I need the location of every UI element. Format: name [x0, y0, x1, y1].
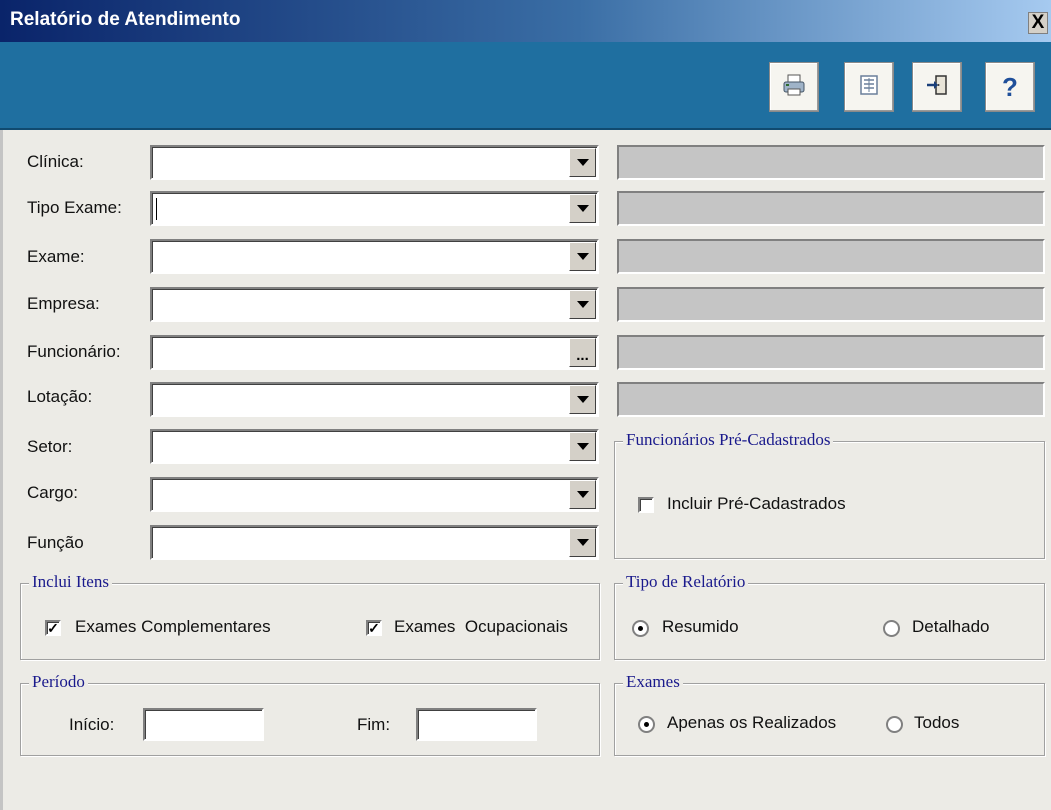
clinica-dropdown-button[interactable]: [569, 148, 596, 177]
fim-label: Fim:: [357, 715, 391, 734]
print-button[interactable]: [769, 62, 819, 112]
funcao-dropdown-button[interactable]: [569, 528, 596, 557]
funcionario-label: Funcionário:: [27, 342, 121, 361]
exames-ocupacionais-label: Exames Ocupacionais: [394, 617, 568, 636]
exames-group: Exames Apenas os Realizados Todos: [614, 672, 1045, 756]
periodo-title: Período: [29, 672, 88, 692]
inicio-date-input[interactable]: [143, 708, 264, 741]
tipo-exame-label: Tipo Exame:: [27, 198, 122, 217]
empresa-combo[interactable]: [150, 287, 599, 322]
tipo-exame-description-field: [617, 191, 1045, 226]
chevron-down-icon: [576, 443, 589, 450]
resumido-radio[interactable]: [632, 620, 649, 637]
funcao-combo[interactable]: [150, 525, 599, 560]
lotacao-dropdown-button[interactable]: [569, 385, 596, 414]
funcionario-search-button[interactable]: ...: [569, 338, 596, 367]
empresa-description-field: [617, 287, 1045, 322]
exame-label: Exame:: [27, 247, 85, 266]
chevron-down-icon: [576, 205, 589, 212]
preview-button[interactable]: [844, 62, 894, 112]
cargo-combo[interactable]: [150, 477, 599, 512]
exame-combo[interactable]: [150, 239, 599, 274]
report-preview-icon: [858, 74, 880, 101]
clinica-label: Clínica:: [27, 152, 84, 171]
detalhado-radio[interactable]: [883, 620, 900, 637]
chevron-down-icon: [576, 301, 589, 308]
todos-radio[interactable]: [886, 716, 903, 733]
exames-complementares-label: Exames Complementares: [75, 617, 271, 636]
lotacao-combo[interactable]: [150, 382, 599, 417]
chevron-down-icon: [576, 253, 589, 260]
inicio-label: Início:: [69, 715, 115, 734]
cargo-label: Cargo:: [27, 483, 79, 502]
chevron-down-icon: [576, 539, 589, 546]
detalhado-label: Detalhado: [912, 617, 990, 636]
apenas-realizados-radio[interactable]: [638, 716, 655, 733]
tipo-relatorio-group: Tipo de Relatório Resumido Detalhado: [614, 572, 1045, 660]
setor-label: Setor:: [27, 437, 73, 456]
incluir-pre-cadastrados-label: Incluir Pré-Cadastrados: [667, 494, 846, 513]
ellipsis-icon: ...: [576, 346, 589, 364]
lotacao-description-field: [617, 382, 1045, 417]
printer-icon: [781, 72, 807, 103]
funcao-label: Função: [27, 533, 84, 552]
help-button[interactable]: ?: [985, 62, 1035, 112]
lotacao-label: Lotação:: [27, 387, 93, 406]
exame-dropdown-button[interactable]: [569, 242, 596, 271]
resumido-label: Resumido: [662, 617, 739, 636]
chevron-down-icon: [576, 159, 589, 166]
text-caret: [156, 198, 157, 220]
pre-cadastrados-title: Funcionários Pré-Cadastrados: [623, 430, 834, 450]
window-title: Relatório de Atendimento: [10, 9, 241, 30]
fim-date-input[interactable]: [416, 708, 537, 741]
setor-dropdown-button[interactable]: [569, 432, 596, 461]
exames-complementares-checkbox[interactable]: ✓: [45, 620, 61, 636]
apenas-realizados-label: Apenas os Realizados: [667, 713, 837, 732]
empresa-label: Empresa:: [27, 294, 100, 313]
exit-door-icon: [925, 73, 949, 102]
cargo-dropdown-button[interactable]: [569, 480, 596, 509]
form-area: Clínica: Tipo Exame: Exame: Empresa: Fun…: [0, 130, 1051, 810]
help-icon: ?: [1002, 71, 1018, 102]
exame-description-field: [617, 239, 1045, 274]
clinica-combo[interactable]: [150, 145, 599, 180]
inclui-itens-group: Inclui Itens ✓ Exames Complementares ✓ E…: [20, 572, 600, 660]
tipo-exame-dropdown-button[interactable]: [569, 194, 596, 223]
toolbar: ?: [0, 42, 1051, 130]
title-bar[interactable]: Relatório de Atendimento X: [0, 0, 1051, 42]
setor-combo[interactable]: [150, 429, 599, 464]
todos-label: Todos: [914, 713, 960, 732]
empresa-dropdown-button[interactable]: [569, 290, 596, 319]
funcionario-description-field: [617, 335, 1045, 370]
close-button[interactable]: X: [1028, 12, 1048, 34]
clinica-description-field: [617, 145, 1045, 180]
chevron-down-icon: [576, 491, 589, 498]
incluir-pre-cadastrados-checkbox[interactable]: [638, 497, 654, 513]
report-window: Relatório de Atendimento X ? Clínica: Ti…: [0, 0, 1051, 810]
tipo-relatorio-title: Tipo de Relatório: [623, 572, 749, 592]
pre-cadastrados-group: Funcionários Pré-Cadastrados Incluir Pré…: [614, 430, 1045, 559]
periodo-group: Período Início: Fim:: [20, 672, 600, 756]
chevron-down-icon: [576, 396, 589, 403]
inclui-itens-title: Inclui Itens: [29, 572, 112, 592]
funcionario-field[interactable]: ...: [150, 335, 599, 370]
tipo-exame-combo[interactable]: [150, 191, 599, 226]
exames-title: Exames: [623, 672, 683, 692]
exit-button[interactable]: [912, 62, 962, 112]
exames-ocupacionais-checkbox[interactable]: ✓: [366, 620, 382, 636]
